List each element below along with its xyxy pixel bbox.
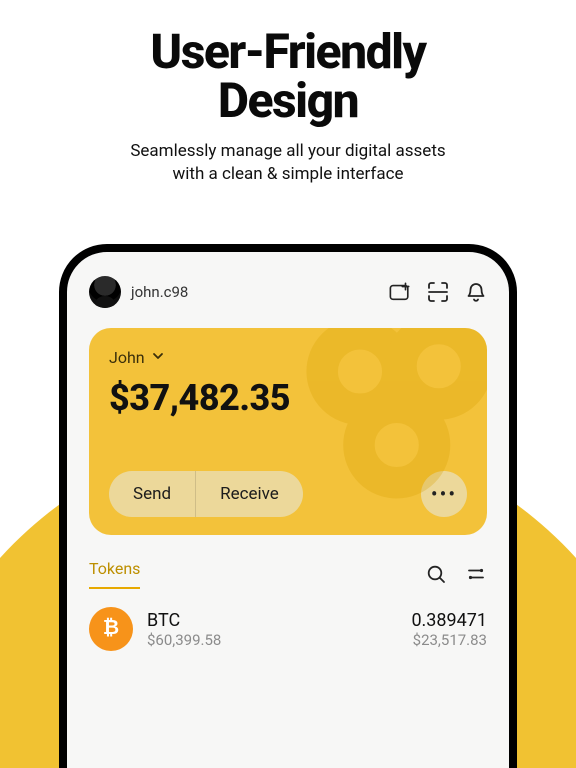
svg-text:₿: ₿ [103, 617, 119, 639]
phone-frame: john.c98 [59, 244, 517, 768]
add-card-icon[interactable] [389, 281, 411, 303]
hero: User-Friendly Design Seamlessly manage a… [0, 0, 576, 186]
send-button[interactable]: Send [109, 471, 195, 517]
hero-sub-line2: with a clean & simple interface [173, 164, 404, 184]
user-pill[interactable]: john.c98 [89, 276, 188, 308]
chevron-down-icon [151, 348, 165, 367]
username: john.c98 [131, 283, 188, 301]
receive-button[interactable]: Receive [195, 471, 303, 517]
search-icon[interactable] [425, 563, 447, 585]
hero-sub-line1: Seamlessly manage all your digital asset… [130, 141, 445, 161]
avatar [89, 276, 121, 308]
tokens-section-head: Tokens [89, 559, 487, 589]
token-symbol: BTC [147, 610, 221, 631]
bell-icon[interactable] [465, 281, 487, 303]
filter-icon[interactable] [465, 563, 487, 585]
card-decoration [297, 328, 487, 508]
token-row[interactable]: ₿ BTC $60,399.58 0.389471 $23,517.83 [89, 607, 487, 651]
token-amount: 0.389471 [411, 610, 487, 631]
tab-tokens[interactable]: Tokens [89, 559, 140, 589]
hero-title-line2: Design [218, 72, 358, 129]
hero-subtitle: Seamlessly manage all your digital asset… [40, 140, 536, 186]
token-value: $23,517.83 [411, 631, 487, 649]
scan-icon[interactable] [427, 281, 449, 303]
topbar: john.c98 [89, 276, 487, 308]
send-receive-group: Send Receive [109, 471, 303, 517]
hero-title: User-Friendly Design [40, 28, 536, 126]
btc-icon: ₿ [89, 607, 133, 651]
topbar-actions [389, 281, 487, 303]
token-price: $60,399.58 [147, 631, 221, 649]
balance-card: John $37,482.35 Send Receive ••• [89, 328, 487, 535]
account-name: John [109, 348, 145, 367]
